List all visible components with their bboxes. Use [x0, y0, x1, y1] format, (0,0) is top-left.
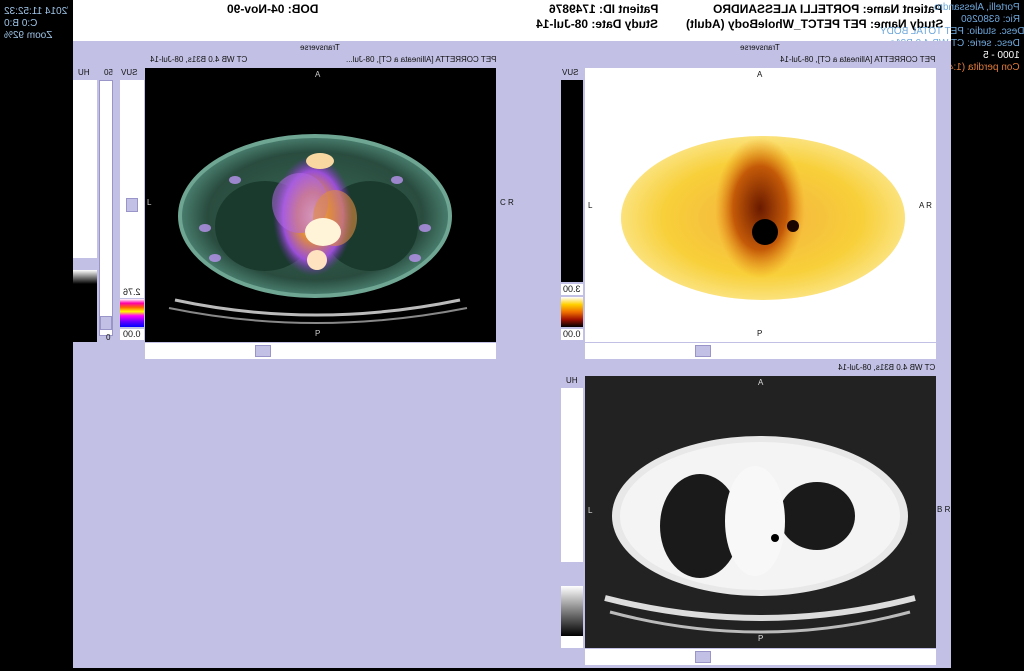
pet-orientation-label: Transverse [740, 43, 780, 52]
datetime-label: 08/07/2014 11:52:32 [4, 6, 68, 17]
fused-suv-scale[interactable] [120, 80, 144, 290]
fused-dir-top: A [315, 70, 321, 79]
overlay-ric: Ric: 6380260 [961, 14, 1020, 25]
fused-series-label: PET CORRETTA [Allineata a CT], 08-Jul... [345, 55, 496, 64]
fused-hu-label: HU [78, 68, 90, 77]
fused-scroll-thumb[interactable] [255, 345, 271, 357]
overlay-patient: Portelli, Alessandro [934, 2, 1020, 13]
fused-hu-min: 0 [106, 333, 111, 342]
pet-dir-bottom: P [757, 329, 763, 338]
pet-scroll-thumb[interactable] [695, 345, 711, 357]
patient-header: DOB: 04-Nov-90 Patient ID: 1749876 Study… [73, 0, 951, 41]
left-info-panel: 08/07/2014 11:52:32 C:0 B:0 Zoom 92% [0, 0, 73, 671]
fused-window-slider-thumb[interactable] [100, 316, 112, 330]
fused-suv-min: 0.00 [120, 329, 144, 340]
fused-dir-bottom: P [315, 329, 321, 338]
ct-dir-left: L [588, 506, 593, 515]
fused-horizontal-scroll[interactable] [145, 343, 496, 359]
fused-hu-value: 50 [104, 68, 113, 77]
fused-hu-scale[interactable] [73, 80, 97, 342]
ct-viewport[interactable]: A P L [585, 376, 936, 648]
ct-series-label: CT WB 4.0 B31s, 08-Jul-14 [837, 363, 935, 372]
ct-dir-bottom: P [758, 634, 764, 643]
contrast-label: C:0 B:0 [4, 18, 38, 29]
pet-suv-colorbar [561, 297, 583, 327]
fused-window-slider[interactable] [99, 80, 113, 336]
pet-suv-scale[interactable] [561, 80, 583, 282]
fused-suv-colorbar [120, 299, 144, 327]
fused-dir-right: C R [500, 198, 514, 207]
pet-suv-label: SUV [562, 68, 579, 77]
fused-suv-slider-thumb[interactable] [126, 198, 138, 212]
pet-viewport[interactable]: A P L A R [585, 68, 936, 342]
fused-viewport[interactable]: A P L [145, 68, 496, 342]
ct-dir-right: B R [937, 505, 951, 514]
study-date-label: Study Date: 08-Jul-14 [535, 17, 658, 31]
pet-image [621, 136, 905, 300]
ct-image [604, 436, 916, 634]
overlay-study-desc: Desc. studio: PET TOTAL BODY [880, 26, 1024, 37]
fused-orientation-label: Transverse [300, 43, 340, 52]
zoom-label: Zoom 92% [4, 30, 53, 41]
pet-dir-top: A [757, 70, 763, 79]
fused-image [168, 134, 468, 324]
pet-series-label: PET CORRETTA [Allineata a CT], 08-Jul-14 [779, 55, 935, 64]
fused-suv-max: 2.76 [120, 287, 144, 298]
dob-label: DOB: 04-Nov-90 [227, 2, 319, 16]
ct-scroll-thumb[interactable] [695, 651, 711, 663]
ct-hu-scale[interactable] [561, 388, 583, 648]
patient-id-label: Patient ID: 1749876 [548, 2, 658, 16]
pet-suv-max: 3.00 [561, 284, 583, 295]
pet-dir-left: L [588, 201, 593, 210]
fused-ct-series-label: CT WB 4.0 B31s, 08-Jul-14 [150, 55, 248, 64]
fused-dir-left: L [147, 198, 152, 207]
fused-suv-label: SUV [121, 68, 138, 77]
pet-horizontal-scroll[interactable] [585, 343, 936, 359]
pet-suv-min: 0.00 [561, 329, 583, 340]
pet-dir-right: A R [919, 201, 932, 210]
ct-dir-top: A [758, 378, 764, 387]
right-info-panel [951, 0, 1024, 671]
ct-hu-label: HU [566, 376, 578, 385]
ct-horizontal-scroll[interactable] [585, 649, 936, 665]
